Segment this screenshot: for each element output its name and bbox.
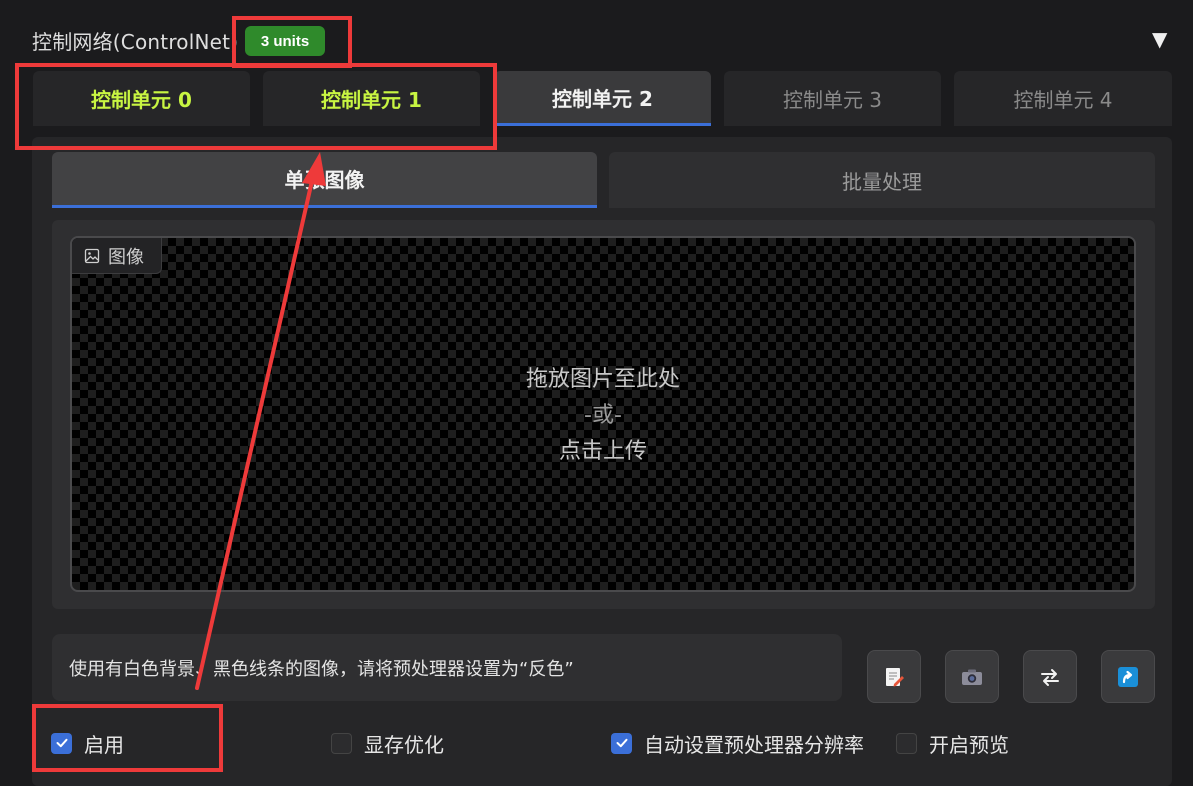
camera-icon xyxy=(962,669,982,685)
collapse-triangle-icon[interactable]: ▼ xyxy=(1152,28,1174,50)
panel-title: 控制网络(ControlNet) xyxy=(32,30,239,54)
preview-label: 开启预览 xyxy=(929,732,1009,757)
tab-control-unit-3[interactable]: 控制单元 3 xyxy=(724,71,941,126)
send-dimensions-button[interactable] xyxy=(1101,650,1155,703)
tab-control-unit-2[interactable]: 控制单元 2 xyxy=(494,71,711,126)
low-vram-label: 显存优化 xyxy=(364,732,444,757)
annotation-box-enable xyxy=(32,704,223,772)
pixel-perfect-label: 自动设置预处理器分辨率 xyxy=(644,732,864,757)
swap-button[interactable] xyxy=(1023,650,1077,703)
invert-hint-text: 使用有白色背景、黑色线条的图像，请将预处理器设置为“反色” xyxy=(52,634,842,701)
controlnet-panel: 控制网络(ControlNet) 3 units ▼ 控制单元 0 控制单元 1… xyxy=(0,0,1193,786)
send-up-arrow-icon xyxy=(1118,666,1138,687)
panel-header[interactable]: 控制网络(ControlNet) 3 units ▼ xyxy=(0,14,1193,66)
webcam-button[interactable] xyxy=(945,650,999,703)
edit-image-button[interactable] xyxy=(867,650,921,703)
tab-single-image[interactable]: 单张图像 xyxy=(52,152,597,208)
annotation-box-unit-tabs xyxy=(15,63,497,150)
tab-control-unit-4[interactable]: 控制单元 4 xyxy=(954,71,1172,126)
edit-note-icon xyxy=(886,667,904,686)
pixel-perfect-checkbox-row[interactable]: 自动设置预处理器分辨率 xyxy=(611,728,864,758)
low-vram-checkbox[interactable] xyxy=(331,732,352,754)
preview-checkbox[interactable] xyxy=(896,732,917,754)
image-icon xyxy=(84,248,100,263)
low-vram-checkbox-row[interactable]: 显存优化 xyxy=(331,728,444,758)
pixel-perfect-checkbox[interactable] xyxy=(611,732,632,754)
drop-line-or: -或- xyxy=(584,403,622,428)
swap-arrows-icon xyxy=(1041,668,1059,686)
image-label-text: 图像 xyxy=(108,246,144,268)
checkmark-icon xyxy=(616,738,627,748)
annotation-box-badge xyxy=(232,16,352,68)
drop-line-drag: 拖放图片至此处 xyxy=(525,367,680,392)
drop-line-click: 点击上传 xyxy=(558,439,647,464)
image-label-tag: 图像 xyxy=(72,238,162,274)
preview-checkbox-row[interactable]: 开启预览 xyxy=(896,728,1009,758)
tab-batch-process[interactable]: 批量处理 xyxy=(609,152,1155,208)
drop-instructions[interactable]: 拖放图片至此处 -或- 点击上传 xyxy=(70,362,1136,470)
